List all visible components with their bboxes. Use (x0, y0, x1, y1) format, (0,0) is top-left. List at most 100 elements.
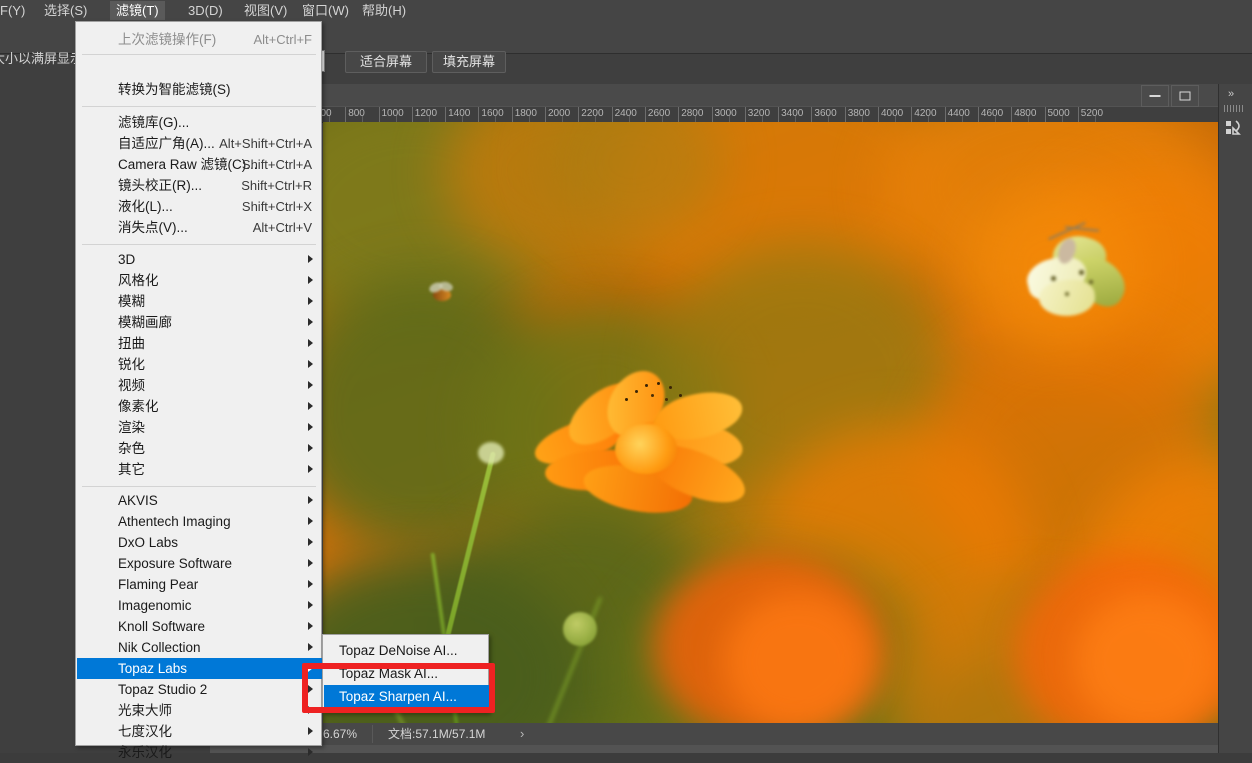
ruler-tick (778, 107, 780, 122)
menu-label: Athentech Imaging (118, 514, 231, 529)
menu-accelerator: Alt+Ctrl+V (252, 220, 312, 235)
menu-item-other[interactable]: 其它 (77, 459, 322, 480)
menu-item-file-partial[interactable]: F(Y) (0, 1, 31, 20)
minimize-button[interactable] (1141, 85, 1169, 107)
fit-screen-button[interactable]: 适合屏幕 (345, 51, 427, 73)
menu-bar: F(Y) 选择(S) 滤镜(T) 3D(D) 视图(V) 窗口(W) 帮助(H) (0, 0, 1252, 21)
menu-item-sharpen[interactable]: 锐化 (77, 354, 322, 375)
menu-item-video[interactable]: 视频 (77, 375, 322, 396)
menu-item-pixelate[interactable]: 像素化 (77, 396, 322, 417)
filter-dropdown-menu[interactable]: 上次滤镜操作(F) Alt+Ctrl+F 转换为智能滤镜(S) 滤镜库(G)..… (75, 21, 322, 760)
menu-item-knoll-software[interactable]: Knoll Software (77, 616, 322, 637)
menu-item-last-filter[interactable]: 上次滤镜操作(F) Alt+Ctrl+F (77, 29, 322, 50)
ruler-label: 3600 (814, 108, 837, 119)
menu-item-adaptive-wide-angle[interactable]: 自适应广角(A)... Alt+Shift+Ctrl+A (77, 133, 322, 154)
menu-label: 杂色 (118, 441, 145, 456)
maximize-button[interactable] (1171, 85, 1199, 107)
menu-item-view[interactable]: 视图(V) (238, 1, 293, 20)
document-tab-bar[interactable] (210, 84, 1220, 106)
ruler-label: 4600 (980, 108, 1004, 119)
panel-grip-icon[interactable] (1224, 105, 1244, 112)
ruler-tick (578, 107, 580, 122)
horizontal-ruler[interactable]: 0200400600800100012001400160018002000220… (210, 107, 1220, 123)
menu-item-lens-correction[interactable]: 镜头校正(R)... Shift+Ctrl+R (77, 175, 322, 196)
menu-label: Flaming Pear (118, 577, 199, 592)
menu-label: 滤镜库(G)... (118, 115, 190, 130)
menu-item-noise[interactable]: 杂色 (77, 438, 322, 459)
menu-item-nik-collection[interactable]: Nik Collection (77, 637, 322, 658)
chevron-right-icon (308, 559, 313, 567)
ruler-label: 3400 (781, 108, 804, 119)
menu-separator (82, 54, 316, 55)
menu-item-filter[interactable]: 滤镜(T) (110, 1, 165, 20)
ruler-label: 1000 (381, 108, 404, 119)
menu-item-camera-raw-filter[interactable]: Camera Raw 滤镜(C)... Shift+Ctrl+A (77, 154, 322, 175)
maximize-icon (1179, 91, 1191, 101)
chevron-right-icon (308, 664, 313, 672)
menu-item-qidu-hanhua[interactable]: 七度汉化 (77, 721, 322, 742)
menu-item-blur[interactable]: 模糊 (77, 291, 322, 312)
history-actions-icon[interactable] (1224, 118, 1246, 140)
menu-item-akvis[interactable]: AKVIS (77, 490, 322, 511)
expand-panels-icon[interactable]: » (1228, 88, 1234, 100)
menu-label: 转换为智能滤镜(S) (118, 82, 231, 97)
image-canvas[interactable] (323, 122, 1231, 723)
ruler-label: 2800 (681, 108, 704, 119)
ruler-label: 4400 (947, 108, 970, 119)
ruler-label: 3800 (847, 108, 870, 119)
ruler-label: 4200 (914, 108, 937, 119)
submenu-item-topaz-mask-ai[interactable]: Topaz Mask AI... (324, 662, 489, 685)
menu-item-vanishing-point[interactable]: 消失点(V)... Alt+Ctrl+V (77, 217, 322, 238)
menu-item-convert-smart-filter[interactable]: 转换为智能滤镜(S) (77, 79, 322, 100)
menu-item-stylize[interactable]: 风格化 (77, 270, 322, 291)
menu-item-topaz-studio-2[interactable]: Topaz Studio 2 (77, 679, 322, 700)
submenu-label: Topaz Sharpen AI... (339, 689, 457, 704)
menu-item-select[interactable]: 选择(S) (38, 1, 93, 20)
submenu-label: Topaz DeNoise AI... (339, 643, 458, 658)
menu-label: Topaz Studio 2 (118, 682, 208, 697)
photo-cosmos-flower (323, 122, 1231, 723)
menu-item-distort[interactable]: 扭曲 (77, 333, 322, 354)
menu-item-guangshu-dashi[interactable]: 光束大师 (77, 700, 322, 721)
ruler-tick (378, 107, 380, 122)
status-expander-icon[interactable]: › (520, 726, 524, 742)
menu-label: 上次滤镜操作(F) (118, 32, 217, 47)
menu-item-exposure-software[interactable]: Exposure Software (77, 553, 322, 574)
ruler-tick (644, 107, 646, 122)
menu-item-topaz-labs[interactable]: Topaz Labs (77, 658, 322, 679)
chevron-right-icon (308, 255, 313, 263)
menu-item-help[interactable]: 帮助(H) (356, 1, 412, 20)
photoshop-window: F(Y) 选择(S) 滤镜(T) 3D(D) 视图(V) 窗口(W) 帮助(H)… (0, 0, 1252, 760)
ruler-tick (511, 107, 513, 122)
menu-item-athentech-imaging[interactable]: Athentech Imaging (77, 511, 322, 532)
menu-item-liquify[interactable]: 液化(L)... Shift+Ctrl+X (77, 196, 322, 217)
submenu-item-topaz-denoise-ai[interactable]: Topaz DeNoise AI... (324, 639, 489, 662)
ruler-label: 4800 (1014, 108, 1037, 119)
ruler-label: 4000 (881, 108, 904, 119)
menu-label: Topaz Labs (118, 661, 188, 676)
zoom-level-field[interactable]: 6.67% (323, 727, 368, 742)
topaz-labs-submenu[interactable]: Topaz DeNoise AI... Topaz Mask AI... Top… (322, 634, 489, 713)
menu-item-imagenomic[interactable]: Imagenomic (77, 595, 322, 616)
chevron-right-icon (308, 580, 313, 588)
right-dock-panel (1218, 84, 1252, 753)
status-divider (372, 725, 373, 743)
menu-item-3d[interactable]: 3D(D) (182, 1, 229, 20)
ruler-tick (1077, 107, 1079, 122)
menu-item-flaming-pear[interactable]: Flaming Pear (77, 574, 322, 595)
menu-item-blur-gallery[interactable]: 模糊画廊 (77, 312, 322, 333)
submenu-item-topaz-sharpen-ai[interactable]: Topaz Sharpen AI... (324, 685, 489, 708)
menu-label: 光束大师 (118, 703, 172, 718)
menu-label: 渲染 (118, 420, 145, 435)
ruler-tick (811, 107, 813, 122)
menu-item-filter-gallery[interactable]: 滤镜库(G)... (77, 112, 322, 133)
menu-item-window[interactable]: 窗口(W) (296, 1, 355, 20)
menu-item-dxo-labs[interactable]: DxO Labs (77, 532, 322, 553)
menu-item-3d[interactable]: 3D (77, 249, 322, 270)
menu-label: 模糊画廊 (118, 315, 172, 330)
menu-label: 七度汉化 (118, 724, 172, 739)
fill-screen-button[interactable]: 填充屏幕 (432, 51, 506, 73)
menu-label: Camera Raw 滤镜(C)... (118, 157, 258, 172)
ruler-tick (1011, 107, 1013, 122)
menu-item-render[interactable]: 渲染 (77, 417, 322, 438)
